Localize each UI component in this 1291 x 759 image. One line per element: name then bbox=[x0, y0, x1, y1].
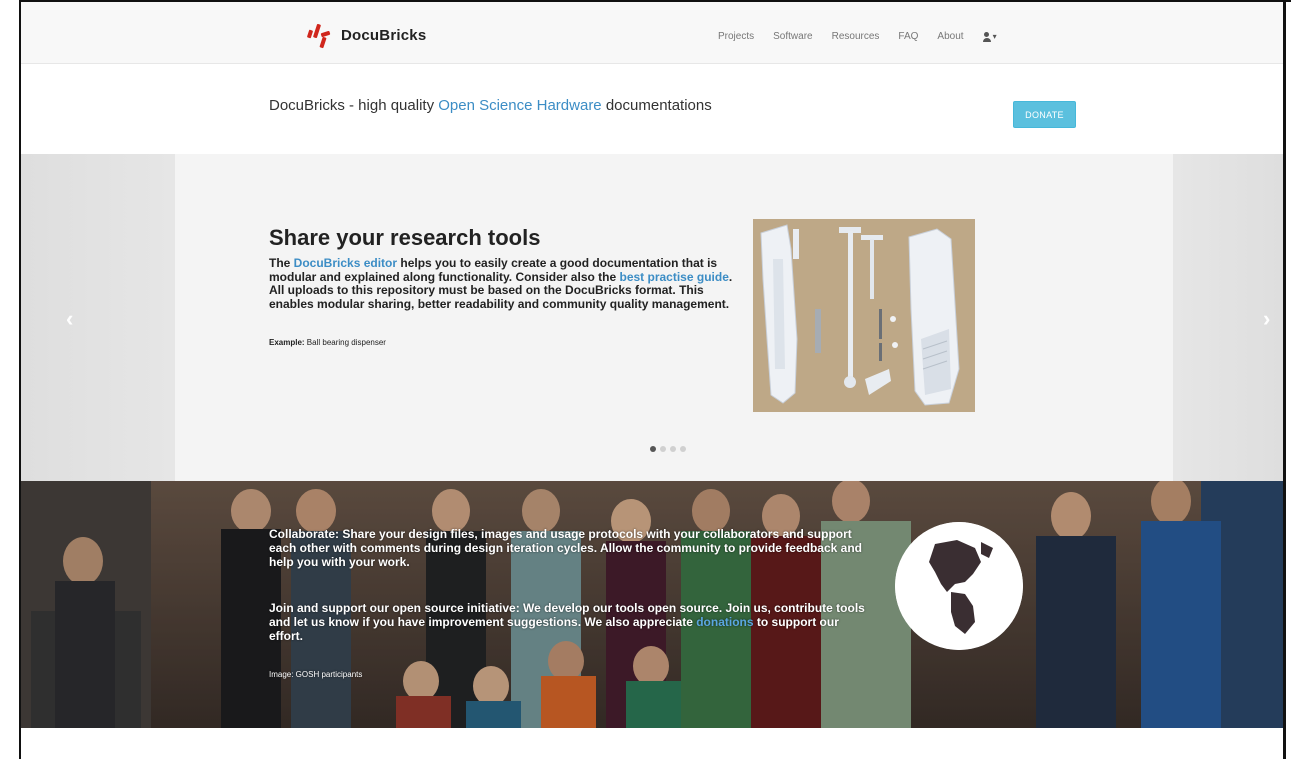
slide-description: The DocuBricks editor helps you to easil… bbox=[269, 256, 739, 311]
open-science-hardware-link[interactable]: Open Science Hardware bbox=[438, 97, 601, 114]
donations-link[interactable]: donations bbox=[696, 615, 753, 629]
slide-example: Example: Ball bearing dispenser bbox=[269, 338, 386, 347]
ball-bearing-dispenser-photo[interactable] bbox=[753, 219, 975, 412]
donate-button[interactable]: DONATE bbox=[1013, 101, 1076, 128]
tagline-prefix: DocuBricks - high quality bbox=[269, 97, 439, 114]
site-tagline: DocuBricks - high quality Open Science H… bbox=[269, 97, 712, 114]
nav-software[interactable]: Software bbox=[773, 31, 812, 42]
carousel-slide-background bbox=[175, 154, 1173, 481]
collaborate-body: Share your design files, images and usag… bbox=[269, 527, 862, 569]
image-credit: Image: GOSH participants bbox=[269, 670, 363, 679]
slide-title: Share your research tools bbox=[269, 225, 541, 250]
collaborate-label: Collaborate: bbox=[269, 527, 340, 541]
collaborate-text: Collaborate: Share your design files, im… bbox=[269, 527, 879, 569]
nav-faq[interactable]: FAQ bbox=[898, 31, 918, 42]
user-menu-dropdown[interactable]: ▾ bbox=[982, 31, 997, 42]
desc-part-1: The bbox=[269, 256, 294, 270]
carousel-indicators bbox=[650, 446, 686, 452]
feature-carousel: ‹ › Share your research tools The DocuBr… bbox=[21, 154, 1283, 481]
carousel-control-left-area[interactable] bbox=[21, 154, 175, 481]
join-label: Join and support our open source initiat… bbox=[269, 601, 520, 615]
browser-page: DocuBricks Projects Software Resources F… bbox=[0, 0, 1291, 759]
example-label: Example: bbox=[269, 338, 305, 347]
user-icon bbox=[982, 31, 991, 42]
community-banner: Collaborate: Share your design files, im… bbox=[21, 481, 1283, 728]
frame-border-right bbox=[1283, 0, 1286, 759]
carousel-dot-3[interactable] bbox=[670, 446, 676, 452]
nav-projects[interactable]: Projects bbox=[718, 31, 754, 42]
best-practise-guide-link[interactable]: best practise guide bbox=[620, 270, 729, 284]
tagline-suffix: documentations bbox=[601, 97, 712, 114]
join-text: Join and support our open source initiat… bbox=[269, 601, 869, 643]
chevron-down-icon: ▾ bbox=[992, 32, 997, 41]
docubricks-editor-link[interactable]: DocuBricks editor bbox=[294, 256, 397, 270]
example-value: Ball bearing dispenser bbox=[304, 338, 386, 347]
navbar: DocuBricks Projects Software Resources F… bbox=[21, 2, 1283, 64]
brand-link[interactable]: DocuBricks bbox=[306, 20, 427, 50]
docubricks-logo-icon bbox=[306, 20, 335, 50]
chevron-right-icon[interactable]: › bbox=[1263, 306, 1270, 332]
nav-resources[interactable]: Resources bbox=[832, 31, 880, 42]
brand-name: DocuBricks bbox=[341, 26, 427, 44]
world-globe-icon bbox=[895, 522, 1023, 650]
carousel-dot-2[interactable] bbox=[660, 446, 666, 452]
carousel-dot-1[interactable] bbox=[650, 446, 656, 452]
nav-about[interactable]: About bbox=[937, 31, 963, 42]
carousel-dot-4[interactable] bbox=[680, 446, 686, 452]
nav-menu: Projects Software Resources FAQ About ▾ bbox=[718, 31, 997, 42]
chevron-left-icon[interactable]: ‹ bbox=[66, 306, 73, 332]
